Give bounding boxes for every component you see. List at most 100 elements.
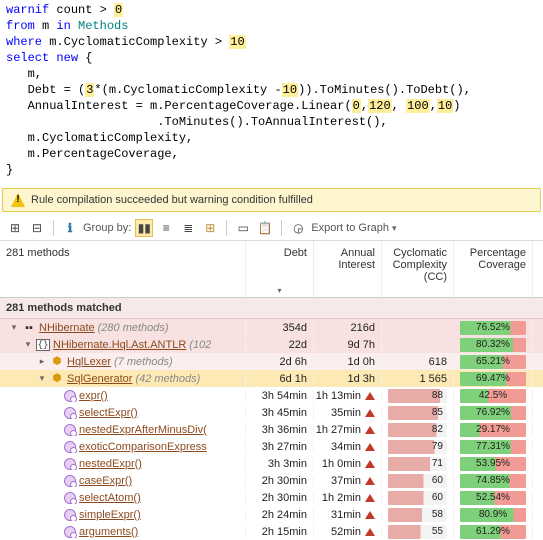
method-icon — [64, 424, 76, 436]
trend-up-icon — [365, 443, 375, 451]
annual-interest-cell: 9d 7h — [314, 339, 382, 351]
table-row[interactable]: exoticComparisonExpress3h 27min34min7977… — [0, 438, 543, 455]
tree-collapse-icon[interactable]: ⊟ — [28, 219, 46, 237]
annual-interest-cell: 35min — [314, 407, 382, 419]
method-icon — [64, 509, 76, 521]
assembly-icon: ▪▪ — [22, 321, 36, 335]
code-editor[interactable]: warnif count > 0 from m in Methods where… — [0, 0, 543, 184]
annual-interest-cell: 1h 27min — [314, 424, 382, 436]
debt-cell: 3h 3min — [246, 458, 314, 470]
method-icon — [64, 441, 76, 453]
expand-toggle[interactable]: ▸ — [37, 356, 47, 367]
col-annual-interest[interactable]: Annual Interest — [314, 241, 382, 297]
item-link[interactable]: nestedExprAfterMinusDiv( — [79, 424, 207, 436]
table-row[interactable]: caseExpr()2h 30min37min6074.85% — [0, 472, 543, 489]
col-cyclomatic[interactable]: Cyclomatic Complexity (CC) — [382, 241, 454, 297]
warning-bar: Rule compilation succeeded but warning c… — [2, 188, 541, 212]
annual-interest-cell: 1h 13min — [314, 390, 382, 402]
coverage-cell: 29.17% — [454, 423, 533, 437]
coverage-cell: 52.54% — [454, 491, 533, 505]
debt-cell: 354d — [246, 322, 314, 334]
item-link[interactable]: HqlLexer — [67, 356, 111, 368]
item-link[interactable]: caseExpr() — [79, 475, 132, 487]
item-link[interactable]: exoticComparisonExpress — [79, 441, 207, 453]
debt-cell: 2h 30min — [246, 492, 314, 504]
export-graph-icon[interactable]: ◶ — [289, 219, 307, 237]
cc-cell: 82 — [382, 423, 454, 437]
table-row[interactable]: ▸⬢HqlLexer (7 methods)2d 6h1d 0h61865.21… — [0, 353, 543, 370]
col-method[interactable]: 281 methods — [0, 241, 246, 297]
method-icon — [64, 475, 76, 487]
coverage-cell: 61.29% — [454, 525, 533, 539]
table-row[interactable]: selectExpr()3h 45min35min8576.92% — [0, 404, 543, 421]
table-row[interactable]: ▾▪▪NHibernate (280 methods)354d216d76.52… — [0, 319, 543, 336]
clipboard-icon[interactable]: 📋 — [256, 219, 274, 237]
group-align-right-icon[interactable]: ≣ — [179, 219, 197, 237]
method-icon — [64, 407, 76, 419]
item-count: (280 methods) — [98, 322, 169, 334]
item-link[interactable]: arguments() — [79, 526, 138, 538]
coverage-cell: 65.21% — [454, 355, 533, 369]
trend-up-icon — [365, 460, 375, 468]
cc-cell: 58 — [382, 508, 454, 522]
trend-up-icon — [365, 409, 375, 417]
item-link[interactable]: NHibernate — [39, 322, 95, 334]
table-row[interactable]: arguments() 2h 15min52min5561.29% — [0, 523, 543, 540]
group-header: 281 methods matched — [0, 298, 543, 319]
table-row[interactable]: nestedExpr()3h 3min1h 0min7153.95% — [0, 455, 543, 472]
trend-up-icon — [365, 528, 375, 536]
item-link[interactable]: selectExpr() — [79, 407, 138, 419]
coverage-cell: 76.92% — [454, 406, 533, 420]
method-icon — [64, 492, 76, 504]
group-flat-icon[interactable]: ⊞ — [201, 219, 219, 237]
table-row[interactable]: expr()3h 54min1h 13min8842.5% — [0, 387, 543, 404]
table-row[interactable]: ▾⬢SqlGenerator (42 methods)6d 1h1d 3h1 5… — [0, 370, 543, 387]
annual-interest-cell: 37min — [314, 475, 382, 487]
debt-cell: 2h 15min — [246, 526, 314, 538]
export-graph-button[interactable]: Export to Graph — [311, 222, 396, 234]
class-icon: ⬢ — [50, 355, 64, 369]
results-toolbar: ⊞ ⊟ ℹ Group by: ▮▮ ≡ ≣ ⊞ ▭ 📋 ◶ Export to… — [0, 216, 543, 241]
method-icon — [64, 458, 76, 470]
group-by-label: Group by: — [83, 222, 131, 234]
annual-interest-cell: 1d 0h — [314, 356, 382, 368]
item-link[interactable]: SqlGenerator — [67, 373, 132, 385]
item-count: (7 methods) — [114, 356, 173, 368]
group-align-left-icon[interactable]: ≡ — [157, 219, 175, 237]
expand-toggle[interactable]: ▾ — [23, 339, 33, 350]
debt-cell: 3h 45min — [246, 407, 314, 419]
cc-cell: 1 565 — [382, 373, 454, 385]
copy-icon[interactable]: ▭ — [234, 219, 252, 237]
annual-interest-cell: 52min — [314, 526, 382, 538]
col-coverage[interactable]: Percentage Coverage — [454, 241, 533, 297]
cc-cell: 55 — [382, 525, 454, 539]
trend-up-icon — [365, 511, 375, 519]
item-link[interactable]: nestedExpr() — [79, 458, 142, 470]
table-row[interactable]: ▾{}NHibernate.Hql.Ast.ANTLR (10222d9d 7h… — [0, 336, 543, 353]
coverage-cell: 74.85% — [454, 474, 533, 488]
table-row[interactable]: nestedExprAfterMinusDiv(3h 36min1h 27min… — [0, 421, 543, 438]
col-debt[interactable]: Debt▾ — [246, 241, 314, 297]
trend-up-icon — [365, 494, 375, 502]
class-icon: ⬢ — [50, 372, 64, 386]
table-row[interactable]: selectAtom() 2h 30min1h 2min6052.54% — [0, 489, 543, 506]
method-icon — [64, 526, 76, 538]
item-link[interactable]: expr() — [79, 390, 108, 402]
table-row[interactable]: simpleExpr()2h 24min31min5880.9% — [0, 506, 543, 523]
item-link[interactable]: simpleExpr() — [79, 509, 141, 521]
results-grid[interactable]: ▾▪▪NHibernate (280 methods)354d216d76.52… — [0, 319, 543, 540]
cc-cell: 79 — [382, 440, 454, 454]
coverage-cell: 80.32% — [454, 338, 533, 352]
warning-text: Rule compilation succeeded but warning c… — [31, 194, 313, 206]
item-link[interactable]: selectAtom() — [79, 492, 141, 504]
info-icon[interactable]: ℹ — [61, 219, 79, 237]
expand-toggle[interactable]: ▾ — [37, 373, 47, 384]
cc-cell: 60 — [382, 491, 454, 505]
annual-interest-cell: 1h 2min — [314, 492, 382, 504]
warning-icon — [11, 193, 25, 207]
tree-expand-icon[interactable]: ⊞ — [6, 219, 24, 237]
expand-toggle[interactable]: ▾ — [9, 322, 19, 333]
trend-up-icon — [365, 477, 375, 485]
group-namespace-icon[interactable]: ▮▮ — [135, 219, 153, 237]
item-link[interactable]: NHibernate.Hql.Ast.ANTLR — [53, 339, 186, 351]
